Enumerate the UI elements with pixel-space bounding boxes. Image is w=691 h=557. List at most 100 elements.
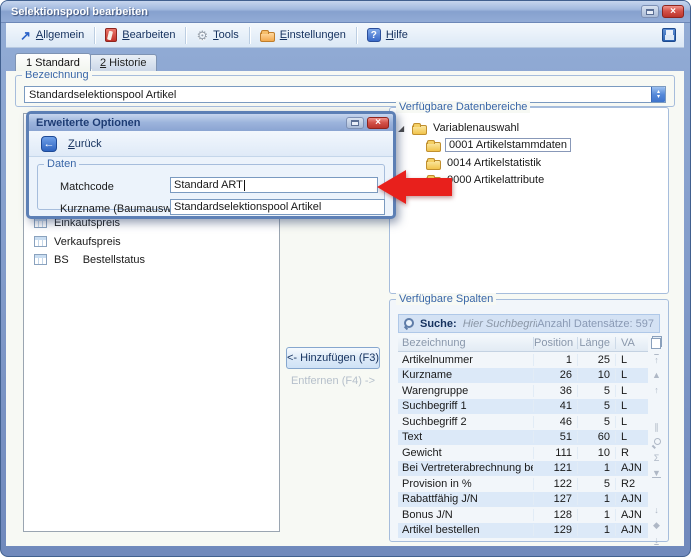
dialog-title: Erweiterte Optionen — [36, 117, 343, 129]
tree-item-artikelstammdaten[interactable]: 0001 Artikelstammdaten — [426, 137, 571, 153]
cell-name: Bei Vertreterabrechnung berücksichtige — [398, 462, 534, 474]
table-row[interactable]: Provision in %1225R2 — [398, 476, 648, 492]
table-row[interactable]: Kurzname2610L — [398, 368, 648, 384]
grid-tool-strip: ↑ ▲ ↑ ∥ Σ ▼ ↓ ◆ ↓ — [648, 335, 665, 548]
folder-icon — [412, 125, 427, 135]
dialog-restore-button[interactable] — [346, 117, 364, 129]
toolbar-separator — [356, 27, 357, 44]
close-icon: × — [670, 7, 676, 17]
cell-va: R2 — [616, 478, 648, 490]
sum-icon[interactable]: Σ — [648, 451, 665, 466]
table-row[interactable]: Bei Vertreterabrechnung berücksichtige12… — [398, 461, 648, 477]
list-item[interactable]: Verkaufspreis — [24, 233, 279, 250]
cell-laenge: 10 — [578, 447, 616, 459]
close-icon: × — [375, 118, 381, 128]
bezeichnung-combobox[interactable]: Standardselektionspool Artikel ▴ ▾ — [24, 86, 666, 103]
menu-tools[interactable]: ⚙ Tools — [190, 27, 244, 44]
cell-laenge: 25 — [578, 354, 616, 366]
menu-hilfe[interactable]: ? Hilfe — [361, 26, 414, 44]
cell-name: Artikelnummer — [398, 354, 534, 366]
step-down-icon[interactable]: ↓ — [648, 503, 665, 518]
menu-hilfe-label: Hilfe — [386, 29, 408, 41]
cell-position: 26 — [534, 369, 578, 381]
table-row[interactable]: Warengruppe365L — [398, 383, 648, 399]
scroll-top-icon[interactable]: ↑ — [648, 353, 665, 368]
arrow-head — [377, 170, 406, 204]
table-header[interactable]: Bezeichnung Position Länge VA — [398, 335, 648, 352]
datenbereiche-caption: Verfügbare Datenbereiche — [396, 101, 530, 113]
spinner-down-icon: ▾ — [657, 95, 660, 100]
tab-historie[interactable]: 2 Historie — [89, 54, 157, 71]
expander-icon[interactable]: ◢ — [398, 124, 408, 133]
arrow-body — [405, 178, 452, 196]
cell-name: Provision in % — [398, 478, 534, 490]
menu-bearbeiten[interactable]: Bearbeiten — [99, 26, 181, 44]
tree-item-artikelstatistik[interactable]: 0014 Artikelstatistik — [426, 155, 541, 171]
table-body: Artikelnummer125L Kurzname2610L Warengru… — [398, 352, 648, 538]
menu-einstellungen[interactable]: Einstellungen — [254, 27, 352, 44]
column-header-position[interactable]: Position — [534, 337, 578, 349]
daten-caption: Daten — [44, 158, 79, 170]
add-button[interactable]: <- Hinzufügen (F3) — [286, 347, 380, 369]
column-header-va[interactable]: VA — [616, 337, 648, 349]
cell-laenge: 1 — [578, 493, 616, 505]
matchcode-input[interactable]: Standard ART — [170, 177, 378, 193]
cell-laenge: 5 — [578, 385, 616, 397]
record-count: Anzahl Datensätze: 597 — [537, 318, 654, 330]
cell-name: Suchbegriff 1 — [398, 400, 534, 412]
table-grid-icon — [34, 236, 47, 247]
search-icon — [404, 318, 415, 329]
tree-item-variablenauswahl[interactable]: ◢ Variablenauswahl — [398, 120, 519, 136]
table-row[interactable]: Artikel bestellen1291AJN — [398, 523, 648, 539]
step-up-icon[interactable]: ↑ — [648, 383, 665, 398]
tab-standard[interactable]: 1 Standard — [15, 53, 91, 71]
tree-item-label: 0000 Artikelattribute — [447, 174, 544, 186]
table-row[interactable]: Text5160L — [398, 430, 648, 446]
close-button[interactable]: × — [662, 5, 684, 18]
folder-icon — [426, 160, 441, 170]
cell-va: AJN — [616, 462, 648, 474]
table-row[interactable]: Suchbegriff 2465L — [398, 414, 648, 430]
table-row[interactable]: Suchbegriff 1415L — [398, 399, 648, 415]
kurzname-input[interactable]: Standardselektionspool Artikel — [170, 199, 385, 215]
daten-group: Daten Matchcode Standard ART Kurzname (B… — [37, 164, 385, 210]
combo-spinner-button[interactable]: ▴ ▾ — [651, 87, 665, 102]
menu-einstellungen-label: Einstellungen — [280, 29, 346, 41]
toolbar-separator — [249, 27, 250, 44]
cell-va: L — [616, 385, 648, 397]
pin-icon[interactable]: ∥ — [648, 420, 665, 435]
add-button-label: <- Hinzufügen (F3) — [287, 352, 379, 364]
list-item[interactable]: BS Bestellstatus — [24, 251, 279, 268]
table-row[interactable]: Artikelnummer125L — [398, 352, 648, 368]
move-up-icon[interactable]: ▲ — [648, 368, 665, 383]
column-header-laenge[interactable]: Länge — [578, 337, 616, 349]
search-bar[interactable]: Suche: Hier Suchbegriff eing Anzahl Date… — [398, 314, 660, 333]
filter-icon[interactable]: ▼ — [648, 466, 665, 481]
scroll-bottom-icon[interactable]: ↓ — [648, 533, 665, 548]
diamond-icon[interactable]: ◆ — [648, 518, 665, 533]
tab-standard-label: 1 Standard — [26, 57, 80, 69]
restore-button[interactable] — [641, 5, 659, 18]
back-button[interactable]: ← Zurück — [37, 134, 106, 154]
menu-allgemein[interactable]: ↗ Allgemein — [14, 27, 90, 44]
copy-icon[interactable] — [651, 336, 662, 349]
restore-icon — [646, 9, 654, 15]
cell-va: AJN — [616, 509, 648, 521]
cell-va: L — [616, 400, 648, 412]
cell-position: 127 — [534, 493, 578, 505]
save-icon[interactable] — [662, 28, 676, 42]
cell-va: L — [616, 354, 648, 366]
table-row[interactable]: Gewicht11110R — [398, 445, 648, 461]
cell-name: Suchbegriff 2 — [398, 416, 534, 428]
table-row[interactable]: Rabattfähig J/N1271AJN — [398, 492, 648, 508]
dialog-close-button[interactable]: × — [367, 117, 389, 129]
list-item-label: Verkaufspreis — [54, 236, 121, 248]
restore-icon — [351, 120, 359, 126]
table-row[interactable]: Bonus J/N1281AJN — [398, 507, 648, 523]
cell-name: Text — [398, 431, 534, 443]
cell-laenge: 10 — [578, 369, 616, 381]
cell-name: Rabattfähig J/N — [398, 493, 534, 505]
cell-position: 111 — [534, 447, 578, 459]
search-small-icon[interactable] — [652, 438, 662, 448]
column-header-bezeichnung[interactable]: Bezeichnung — [398, 337, 534, 349]
